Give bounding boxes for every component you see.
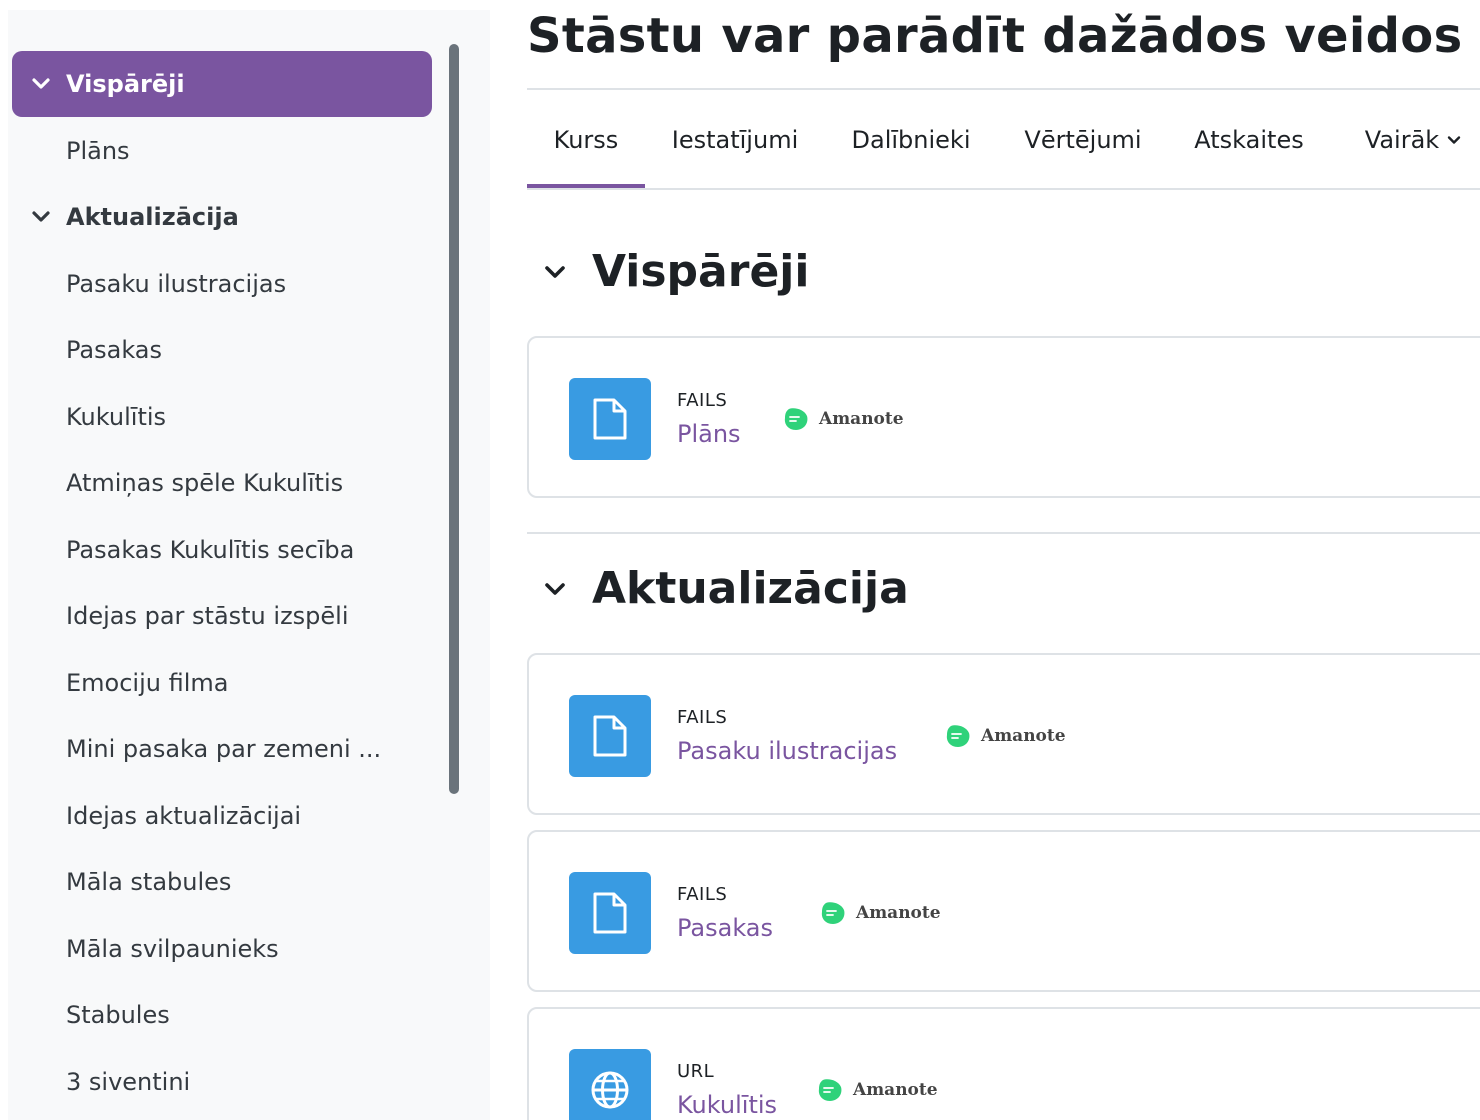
sidebar-item-idejas-izspeli[interactable]: Idejas par stāstu izspēli [12,583,432,649]
sidebar-item-label: Idejas par stāstu izspēli [66,602,349,630]
activity-type: URL [677,1061,715,1082]
activity-link[interactable]: Kukulītis [677,1091,777,1119]
sidebar-item-label: Mini pasaka par zemeni ... [66,735,382,763]
amanote-label: Amanote [981,726,1066,746]
activity-icon-tile[interactable] [569,1049,651,1120]
activity-card: FAILS Plāns Amanote [527,336,1480,498]
sidebar-item-label: Vispārēji [66,70,185,98]
section-divider [527,532,1480,534]
sidebar-item-label: Aktualizācija [66,203,239,231]
sidebar-item-mala-stabules[interactable]: Māla stabules [12,849,432,915]
sidebar-item-mala-svilpaunieks[interactable]: Māla svilpaunieks [12,916,432,982]
tabs-divider [527,188,1480,190]
sidebar-item-label: Emociju filma [66,669,229,697]
sidebar-item-kukulitis[interactable]: Kukulītis [12,384,432,450]
amanote-label: Amanote [819,409,904,429]
amanote-logo-icon [818,1079,842,1101]
activity-link[interactable]: Plāns [677,420,741,448]
tab-kurss[interactable]: Kurss [527,92,645,188]
section-header-aktualizacija: Aktualizācija [540,563,909,614]
tab-vairak[interactable]: Vairāk [1347,92,1479,188]
sidebar-item-plans[interactable]: Plāns [12,118,432,184]
activity-card: FAILS Pasaku ilustracijas Amanote [527,653,1480,815]
sidebar-item-pasakas-seciba[interactable]: Pasakas Kukulītis secība [12,517,432,583]
file-icon [593,398,627,440]
amanote-button[interactable]: Amanote [945,723,1066,749]
sidebar-item-label: 3 siventini [66,1068,191,1096]
activity-type: FAILS [677,707,728,728]
sidebar-scrollbar[interactable] [449,44,459,794]
title-divider [527,88,1480,90]
sidebar-item-mini-pasaka[interactable]: Mini pasaka par zemeni ... [12,716,432,782]
tab-label: Dalībnieki [851,126,971,154]
sidebar-item-3-siventini[interactable]: 3 siventini [12,1049,432,1115]
section-title[interactable]: Vispārēji [592,246,809,297]
tab-vertejumi[interactable]: Vērtējumi [1013,92,1153,188]
sidebar-item-emociju-filma[interactable]: Emociju filma [12,650,432,716]
tab-atskaites[interactable]: Atskaites [1185,92,1313,188]
sidebar-item-label: Māla svilpaunieks [66,935,279,963]
sidebar-item-label: Pasakas Kukulītis secība [66,536,355,564]
sidebar-item-label: Atmiņas spēle Kukulītis [66,469,344,497]
sidebar-item-idejas-aktualizacijai[interactable]: Idejas aktualizācijai [12,783,432,849]
activity-card: URL Kukulītis Amanote [527,1007,1480,1120]
sidebar-item-label: Pasakas [66,336,162,364]
tab-label: Iestatījumi [671,126,799,154]
tab-label: Atskaites [1194,126,1304,154]
sidebar-item-label: Pasaku ilustracijas [66,270,287,298]
chevron-down-icon[interactable] [540,574,570,604]
amanote-logo-icon [784,408,808,430]
amanote-label: Amanote [853,1080,938,1100]
sidebar-item-label: Idejas aktualizācijai [66,802,302,830]
amanote-button[interactable]: Amanote [783,406,904,432]
activity-card: FAILS Pasakas Amanote [527,830,1480,992]
sidebar-item-label: Stabules [66,1001,170,1029]
activity-type: FAILS [677,390,728,411]
tab-label: Vērtējumi [1024,126,1142,154]
chevron-down-icon[interactable] [30,73,52,95]
sidebar-item-label: Māla stabules [66,868,232,896]
sidebar-item-pasaku-ilustracijas[interactable]: Pasaku ilustracijas [12,251,432,317]
chevron-down-icon[interactable] [540,257,570,287]
amanote-logo-icon [821,902,845,924]
section-header-visparji: Vispārēji [540,246,809,297]
file-icon [593,715,627,757]
activity-icon-tile[interactable] [569,695,651,777]
activity-link[interactable]: Pasakas [677,914,773,942]
file-icon [593,892,627,934]
tab-label: Kurss [553,126,619,154]
tab-iestatijumi[interactable]: Iestatījumi [661,92,809,188]
sidebar-section-visparji[interactable]: Vispārēji [12,51,432,117]
chevron-down-icon [1448,136,1461,144]
page-title: Stāstu var parādīt dažādos veidos [527,8,1463,64]
amanote-button[interactable]: Amanote [817,1077,938,1103]
activity-type: FAILS [677,884,728,905]
sidebar-item-stabules[interactable]: Stabules [12,982,432,1048]
chevron-down-icon[interactable] [30,206,52,228]
course-page: Vispārēji Plāns Aktualizācija Pasaku ilu… [0,0,1480,1120]
activity-icon-tile[interactable] [569,872,651,954]
globe-icon [591,1071,629,1109]
section-title[interactable]: Aktualizācija [592,563,909,614]
sidebar-item-atminas-spele[interactable]: Atmiņas spēle Kukulītis [12,450,432,516]
sidebar-item-pasakas[interactable]: Pasakas [12,317,432,383]
sidebar-item-label: Kukulītis [66,403,167,431]
sidebar-section-aktualizacija[interactable]: Aktualizācija [12,184,432,250]
tab-label: Vairāk [1364,126,1440,154]
course-index-sidebar: Vispārēji Plāns Aktualizācija Pasaku ilu… [8,10,490,1120]
tab-dalibnieki[interactable]: Dalībnieki [841,92,981,188]
activity-link[interactable]: Pasaku ilustracijas [677,737,897,765]
sidebar-item-label: Plāns [66,137,130,165]
amanote-logo-icon [946,725,970,747]
amanote-button[interactable]: Amanote [820,900,941,926]
amanote-label: Amanote [856,903,941,923]
activity-icon-tile[interactable] [569,378,651,460]
course-tabs: Kurss Iestatījumi Dalībnieki Vērtējumi A… [527,92,1480,188]
